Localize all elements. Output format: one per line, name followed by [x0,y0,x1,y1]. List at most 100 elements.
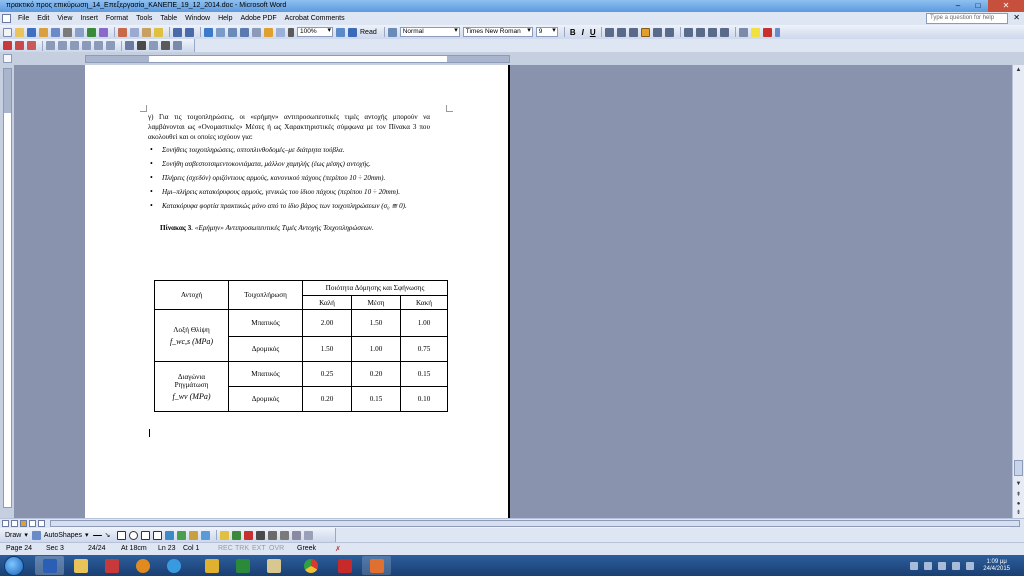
outline-move-up-icon[interactable] [70,41,79,50]
convert-to-pdf-icon[interactable] [3,41,12,50]
scroll-thumb[interactable] [1014,460,1023,476]
vertical-scrollbar[interactable]: ▲ ▼ ⇞ ● ⇟ [1012,65,1024,518]
taskbar-word[interactable] [35,556,64,575]
draw-menu[interactable]: Draw [5,532,21,539]
help-icon[interactable] [336,27,345,37]
horizontal-ruler[interactable] [85,55,510,63]
document-page[interactable]: γ) Για τις τοιχοπληρώσεις, οι «ερήμην» α… [85,65,510,518]
diagram-icon[interactable] [176,530,186,540]
wordart-icon[interactable] [164,530,174,540]
outline-expand-icon[interactable] [94,41,103,50]
maximize-button[interactable]: □ [968,0,988,12]
email-icon[interactable] [51,27,60,37]
menu-edit[interactable]: Edit [33,15,53,22]
horizontal-scrollbar[interactable] [50,520,1020,528]
save-icon[interactable] [27,27,36,37]
outline-demote-icon[interactable] [58,41,67,50]
vertical-ruler[interactable] [3,68,12,508]
menu-window[interactable]: Window [181,15,214,22]
read-icon[interactable] [348,27,357,37]
taskbar-files[interactable] [259,556,288,575]
spelling-icon[interactable] [87,27,96,37]
network-icon[interactable] [910,561,919,570]
insert-excel-icon[interactable] [240,27,249,37]
select-objects-icon[interactable] [31,530,41,540]
clock[interactable]: 1:09 μμ 24/4/2015 [983,559,1010,573]
spelling-status-icon[interactable]: ✗ [335,545,341,553]
font-size-select[interactable]: 9 [535,27,558,37]
drawing-icon[interactable] [264,27,273,37]
align-center-icon[interactable] [616,27,626,37]
undo-icon[interactable] [173,27,182,37]
battery-icon[interactable] [952,561,961,570]
chevron-down-icon[interactable]: ▾ [85,531,89,539]
taskbar-acrobat[interactable] [97,556,126,575]
distributed-icon[interactable] [652,27,662,37]
3d-style-icon[interactable] [303,530,313,540]
font-select[interactable]: Times New Roman [462,27,533,37]
previous-page-icon[interactable]: ⇞ [1014,491,1023,500]
numbering-icon[interactable] [683,27,693,37]
taskbar-internet-explorer[interactable] [159,556,188,575]
status-ovr[interactable]: OVR [269,545,284,552]
reading-layout-icon[interactable] [38,520,45,527]
border-icon[interactable] [738,27,748,37]
language-icon[interactable] [966,561,975,570]
styles-icon[interactable] [387,27,397,37]
redo-icon[interactable] [185,27,194,37]
tables-borders-icon[interactable] [216,27,225,37]
outline-view-icon[interactable] [29,520,36,527]
shadow-style-icon[interactable] [291,530,301,540]
font-color-icon[interactable] [243,530,253,540]
outline-collapse-icon[interactable] [106,41,115,50]
font-color-icon[interactable] [762,27,772,37]
close-button[interactable]: ✕ [988,0,1024,12]
arrow-style-icon[interactable] [279,530,289,540]
align-right-icon[interactable] [628,27,638,37]
print-preview-icon[interactable] [75,27,84,37]
line-color-icon[interactable] [231,530,241,540]
outline-move-down-icon[interactable] [82,41,91,50]
highlight-icon[interactable] [750,27,760,37]
cut-icon[interactable] [118,27,127,37]
scroll-down-icon[interactable]: ▼ [1014,480,1023,489]
line-icon[interactable] [92,534,102,536]
status-ext[interactable]: EXT [252,545,266,552]
taskbar-media-player[interactable] [128,556,157,575]
delete-icon[interactable] [161,41,170,50]
new-icon[interactable] [3,27,12,37]
bold-button[interactable]: B [568,28,578,37]
outline-promote-icon[interactable] [46,41,55,50]
autoshapes-menu[interactable]: AutoShapes [44,532,82,539]
picture-icon[interactable] [200,530,210,540]
increase-indent-icon[interactable] [719,27,729,37]
shading-icon[interactable] [173,41,182,50]
copy-icon[interactable] [130,27,139,37]
read-button[interactable]: Read [360,29,377,36]
paste-icon[interactable] [142,27,151,37]
research-icon[interactable] [99,27,108,37]
zoom-select[interactable]: 100% [297,27,333,37]
fill-color-icon[interactable] [219,530,229,540]
convert-and-email-icon[interactable] [15,41,24,50]
start-button[interactable] [4,556,24,576]
decrease-indent-icon[interactable] [707,27,717,37]
menu-format[interactable]: Format [102,15,132,22]
oval-icon[interactable] [128,530,138,540]
help-search-input[interactable]: Type a question for help [926,13,1008,24]
web-layout-icon[interactable] [11,520,18,527]
minimize-button[interactable]: – [948,0,968,12]
open-icon[interactable] [15,27,24,37]
show-hide-icon[interactable] [288,27,294,37]
browse-object-icon[interactable]: ● [1014,500,1023,509]
vertical-text-box-icon[interactable] [152,530,162,540]
menu-table[interactable]: Table [156,15,181,22]
menu-insert[interactable]: Insert [76,15,102,22]
insert-table-icon[interactable] [228,27,237,37]
h-scroll-thumb[interactable] [50,520,1020,527]
print-icon[interactable] [63,27,72,37]
insert-frame-icon[interactable] [149,41,158,50]
permission-icon[interactable] [39,27,48,37]
taskbar-tools[interactable] [197,556,226,575]
taskbar-explorer[interactable] [66,556,95,575]
